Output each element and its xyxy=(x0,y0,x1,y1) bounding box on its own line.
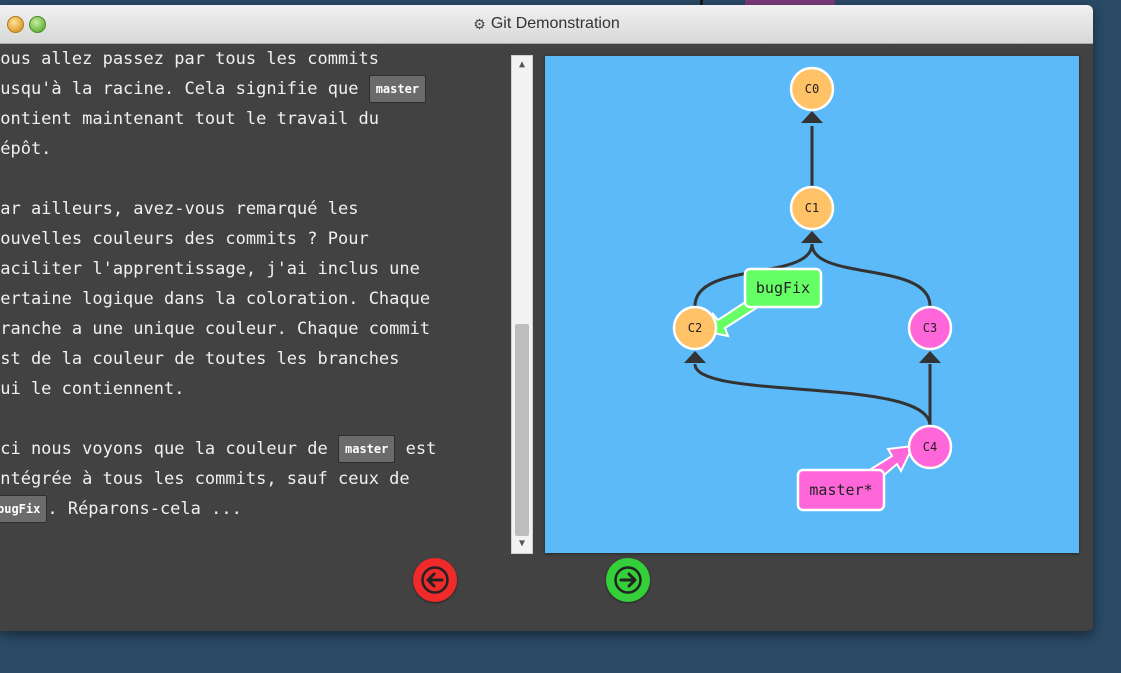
arrowhead-c1 xyxy=(801,231,823,243)
arrowhead-c2 xyxy=(684,351,706,363)
scroll-down-arrow-icon[interactable]: ▼ xyxy=(512,535,532,553)
arrowhead-c3 xyxy=(919,351,941,363)
commit-c0[interactable]: C0 xyxy=(789,66,835,112)
code-master: master xyxy=(338,435,396,463)
minimize-button[interactable] xyxy=(7,16,24,33)
branch-master[interactable]: master* xyxy=(796,468,886,512)
commit-label: C3 xyxy=(923,321,937,335)
arrow-right-icon xyxy=(614,566,642,594)
paragraph-3: Ici nous voyons que la couleur de master… xyxy=(0,434,510,524)
edge-c4-c2 xyxy=(693,363,932,427)
dialog-text-pane: vous allez passez par tous les commits j… xyxy=(0,44,510,554)
scroll-up-arrow-icon[interactable]: ▲ xyxy=(512,56,532,74)
maximize-button[interactable] xyxy=(29,16,46,33)
edge-c3-c1 xyxy=(810,243,932,307)
titlebar: ⚙ Git Demonstration xyxy=(0,5,1093,44)
forward-button[interactable] xyxy=(606,558,650,602)
code-bugfix: bugFix xyxy=(0,495,48,523)
commit-c3[interactable]: C3 xyxy=(907,305,953,351)
commit-c4[interactable]: C4 xyxy=(907,424,953,470)
paragraph-1: vous allez passez par tous les commits j… xyxy=(0,44,510,164)
commit-c1[interactable]: C1 xyxy=(789,185,835,231)
gear-icon: ⚙ xyxy=(473,15,486,32)
arrowhead-c0 xyxy=(801,111,823,123)
branch-label: master* xyxy=(809,481,872,499)
code-master: master xyxy=(368,75,427,103)
git-graph-canvas: C0 C1 C2 C3 C4 bugFix master* xyxy=(545,56,1079,553)
scroll-thumb[interactable] xyxy=(515,324,529,536)
branch-bugfix[interactable]: bugFix xyxy=(743,267,823,309)
commit-c2[interactable]: C2 xyxy=(672,305,718,351)
branch-label: bugFix xyxy=(756,279,810,297)
text-scrollbar[interactable]: ▲ ▼ xyxy=(511,55,533,554)
window-title: Git Demonstration xyxy=(490,15,620,32)
git-graph: C0 C1 C2 C3 C4 bugFix master* xyxy=(672,66,953,512)
back-button[interactable] xyxy=(413,558,457,602)
paragraph-2: Par ailleurs, avez-vous remarqué les nou… xyxy=(0,199,431,399)
commit-label: C2 xyxy=(688,321,702,335)
commit-label: C1 xyxy=(805,201,819,215)
arrow-left-icon xyxy=(421,566,449,594)
demo-window: ⚙ Git Demonstration vous allez passez pa… xyxy=(0,5,1093,631)
commit-label: C4 xyxy=(923,440,937,454)
commit-label: C0 xyxy=(805,82,819,96)
